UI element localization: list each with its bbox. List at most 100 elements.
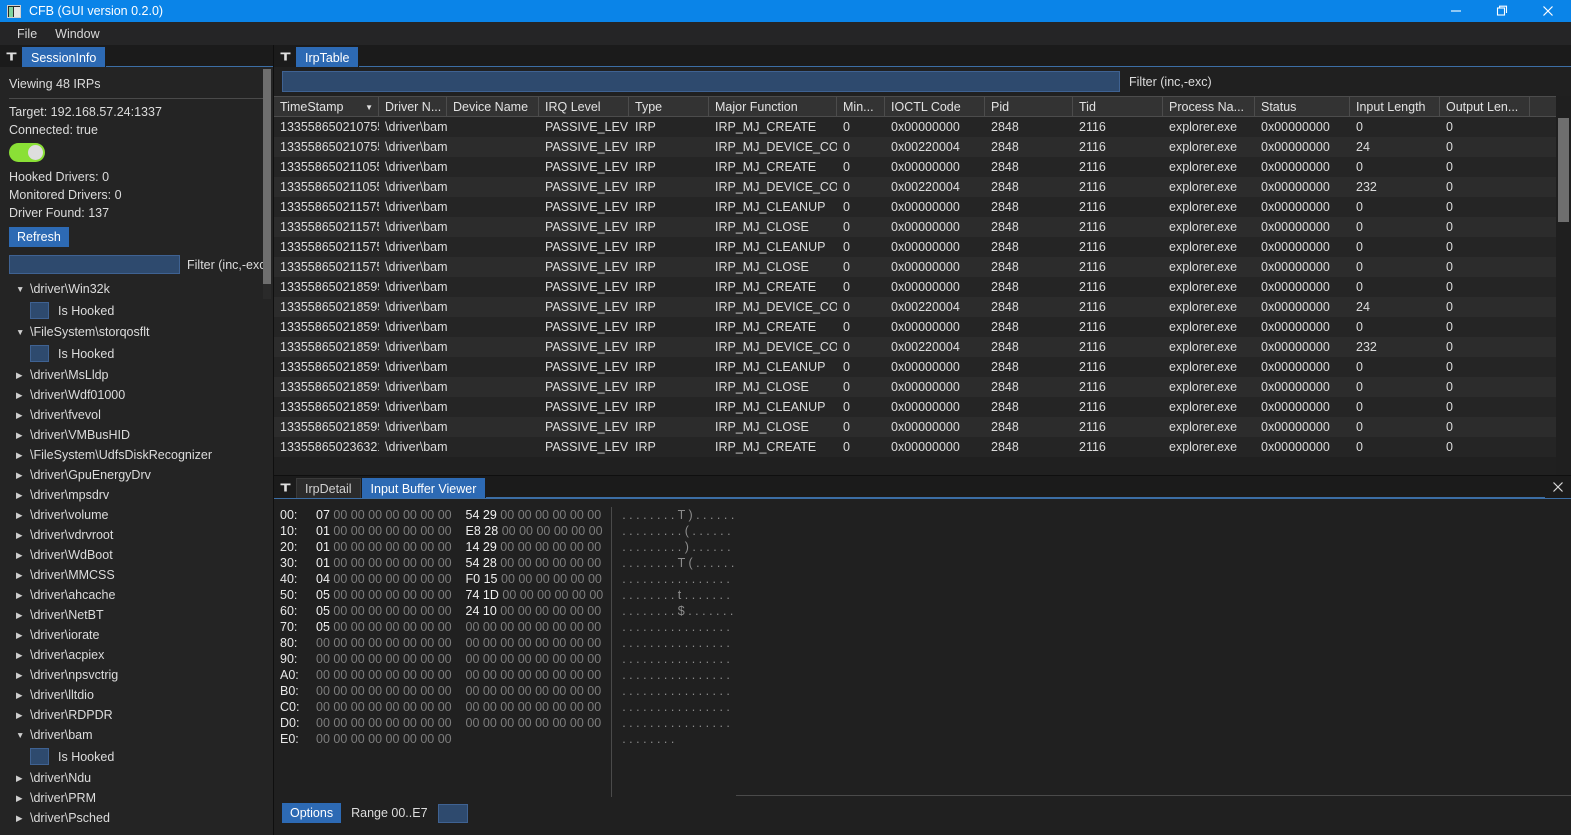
driver-tree-node[interactable]: ▶ \driver\MsLldp (0, 365, 273, 385)
table-row[interactable]: 133558650218599! \driver\bam PASSIVE_LEVEL… (274, 357, 1556, 377)
driver-tree-node[interactable]: ▶ \driver\MMCSS (0, 565, 273, 585)
chevron-right-icon[interactable]: ▶ (16, 690, 30, 701)
chevron-down-icon[interactable]: ▼ (16, 327, 30, 337)
table-row[interactable]: 133558650211575(\driver\bam PASSIVE_LEVEL… (274, 197, 1556, 217)
irp-filter-input[interactable] (282, 71, 1120, 92)
driver-filter-input[interactable] (9, 255, 180, 274)
refresh-button[interactable]: Refresh (9, 227, 69, 247)
table-row[interactable]: 133558650210755! \driver\bam PASSIVE_LEVEL… (274, 137, 1556, 157)
column-header-outlen[interactable]: Output Len... (1440, 97, 1530, 116)
chevron-right-icon[interactable]: ▶ (16, 410, 30, 421)
driver-tree-node[interactable]: ▶ \driver\Ndu (0, 768, 273, 788)
table-row[interactable]: 133558650211055! \driver\bam PASSIVE_LEVEL… (274, 157, 1556, 177)
driver-tree-node[interactable]: ▶ \driver\RDPDR (0, 705, 273, 725)
driver-tree-node[interactable]: ▶ \driver\fvevol (0, 405, 273, 425)
table-row[interactable]: 133558650210755! \driver\bam PASSIVE_LEVEL… (274, 117, 1556, 137)
hex-bytes-column[interactable]: 07 00 00 00 00 00 00 00 54 29 00 00 00 0… (310, 507, 603, 797)
table-row[interactable]: 133558650218599! \driver\bam PASSIVE_LEVEL… (274, 417, 1556, 437)
driver-is-hooked-row[interactable]: Is Hooked (0, 342, 273, 365)
minimize-icon[interactable] (1433, 0, 1479, 22)
column-header-driver[interactable]: Driver N... (379, 97, 447, 116)
column-header-inlen[interactable]: Input Length (1350, 97, 1440, 116)
chevron-right-icon[interactable]: ▶ (16, 670, 30, 681)
chevron-right-icon[interactable]: ▶ (16, 450, 30, 461)
table-row[interactable]: 133558650236321̵ \driver\bam PASSIVE_LEVEL… (274, 437, 1556, 457)
is-hooked-checkbox[interactable] (30, 748, 49, 765)
driver-tree-node[interactable]: ▶ \driver\volume (0, 505, 273, 525)
panel-menu-icon[interactable] (274, 476, 296, 498)
tab-irp-table[interactable]: IrpTable (296, 47, 359, 67)
range-input[interactable] (437, 803, 468, 823)
driver-tree-node[interactable]: ▶ \FileSystem\UdfsDiskRecognizer (0, 445, 273, 465)
chevron-right-icon[interactable]: ▶ (16, 570, 30, 581)
chevron-right-icon[interactable]: ▶ (16, 390, 30, 401)
driver-tree-node[interactable]: ▶ \driver\PRM (0, 788, 273, 808)
table-row[interactable]: 133558650211055! \driver\bam PASSIVE_LEVEL… (274, 177, 1556, 197)
table-row[interactable]: 133558650218599! \driver\bam PASSIVE_LEVEL… (274, 277, 1556, 297)
close-icon[interactable] (1525, 0, 1571, 22)
driver-tree-node[interactable]: ▶ \driver\VMBusHID (0, 425, 273, 445)
chevron-right-icon[interactable]: ▶ (16, 793, 30, 804)
column-header-tid[interactable]: Tid (1073, 97, 1163, 116)
column-header-type[interactable]: Type (629, 97, 709, 116)
sidebar-scrollbar[interactable] (263, 69, 271, 299)
driver-tree-node[interactable]: ▶ \driver\lltdio (0, 685, 273, 705)
driver-tree-node[interactable]: ▶ \driver\Wdf01000 (0, 385, 273, 405)
driver-tree-node[interactable]: ▶ \driver\Psched (0, 808, 273, 828)
chevron-right-icon[interactable]: ▶ (16, 630, 30, 641)
menu-item-file[interactable]: File (8, 24, 46, 44)
chevron-right-icon[interactable]: ▶ (16, 710, 30, 721)
driver-is-hooked-row[interactable]: Is Hooked (0, 745, 273, 768)
is-hooked-checkbox[interactable] (30, 302, 49, 319)
chevron-right-icon[interactable]: ▶ (16, 773, 30, 784)
driver-tree-node[interactable]: ▶ \driver\WdBoot (0, 545, 273, 565)
driver-tree-node[interactable]: ▼ \driver\Win32k (0, 279, 273, 299)
chevron-right-icon[interactable]: ▶ (16, 490, 30, 501)
driver-tree-node[interactable]: ▶ \driver\acpiex (0, 645, 273, 665)
chevron-right-icon[interactable]: ▶ (16, 510, 30, 521)
driver-tree-node[interactable]: ▶ \driver\vdrvroot (0, 525, 273, 545)
table-row[interactable]: 133558650218599! \driver\bam PASSIVE_LEVEL… (274, 377, 1556, 397)
driver-tree-node[interactable]: ▶ \driver\NetBT (0, 605, 273, 625)
chevron-right-icon[interactable]: ▶ (16, 530, 30, 541)
driver-tree-node[interactable]: ▶ \driver\ahcache (0, 585, 273, 605)
menu-item-window[interactable]: Window (46, 24, 108, 44)
options-button[interactable]: Options (282, 803, 342, 823)
tab-irp-detail[interactable]: IrpDetail (296, 478, 361, 498)
chevron-right-icon[interactable]: ▶ (16, 430, 30, 441)
table-row[interactable]: 133558650218599! \driver\bam PASSIVE_LEVEL… (274, 297, 1556, 317)
column-header-ioctl[interactable]: IOCTL Code (885, 97, 985, 116)
table-row[interactable]: 133558650218599! \driver\bam PASSIVE_LEVEL… (274, 317, 1556, 337)
column-header-device[interactable]: Device Name (447, 97, 539, 116)
chevron-right-icon[interactable]: ▶ (16, 550, 30, 561)
chevron-down-icon[interactable]: ▼ (16, 284, 30, 294)
driver-tree-node[interactable]: ▶ \driver\GpuEnergyDrv (0, 465, 273, 485)
irp-table-scrollbar-thumb[interactable] (1558, 118, 1569, 222)
table-row[interactable]: 133558650218599! \driver\bam PASSIVE_LEVEL… (274, 397, 1556, 417)
driver-tree-node[interactable]: ▼ \driver\bam (0, 725, 273, 745)
panel-menu-icon[interactable] (274, 45, 296, 67)
column-header-process[interactable]: Process Na... (1163, 97, 1255, 116)
is-hooked-checkbox[interactable] (30, 345, 49, 362)
connection-toggle[interactable] (9, 143, 45, 162)
tab-session-info[interactable]: SessionInfo (22, 47, 106, 67)
column-header-major[interactable]: Major Function (709, 97, 837, 116)
maximize-icon[interactable] (1479, 0, 1525, 22)
chevron-right-icon[interactable]: ▶ (16, 470, 30, 481)
driver-tree-node[interactable]: ▶ \driver\npsvctrig (0, 665, 273, 685)
chevron-down-icon[interactable]: ▼ (16, 730, 30, 740)
column-header-timestamp[interactable]: TimeStamp ▼ (274, 97, 379, 116)
chevron-right-icon[interactable]: ▶ (16, 610, 30, 621)
table-row[interactable]: 133558650211575(\driver\bam PASSIVE_LEVEL… (274, 237, 1556, 257)
tab-input-buffer-viewer[interactable]: Input Buffer Viewer (361, 478, 486, 498)
table-row[interactable]: 133558650211575(\driver\bam PASSIVE_LEVEL… (274, 217, 1556, 237)
table-row[interactable]: 133558650218599! \driver\bam PASSIVE_LEVEL… (274, 337, 1556, 357)
panel-close-icon[interactable] (1545, 476, 1571, 498)
column-header-irq[interactable]: IRQ Level (539, 97, 629, 116)
irp-table-scrollbar[interactable] (1556, 96, 1571, 475)
column-header-status[interactable]: Status (1255, 97, 1350, 116)
column-header-minor[interactable]: Min... (837, 97, 885, 116)
panel-menu-icon[interactable] (0, 45, 22, 67)
table-row[interactable]: 133558650211575(\driver\bam PASSIVE_LEVEL… (274, 257, 1556, 277)
driver-tree-node[interactable]: ▶ \driver\iorate (0, 625, 273, 645)
